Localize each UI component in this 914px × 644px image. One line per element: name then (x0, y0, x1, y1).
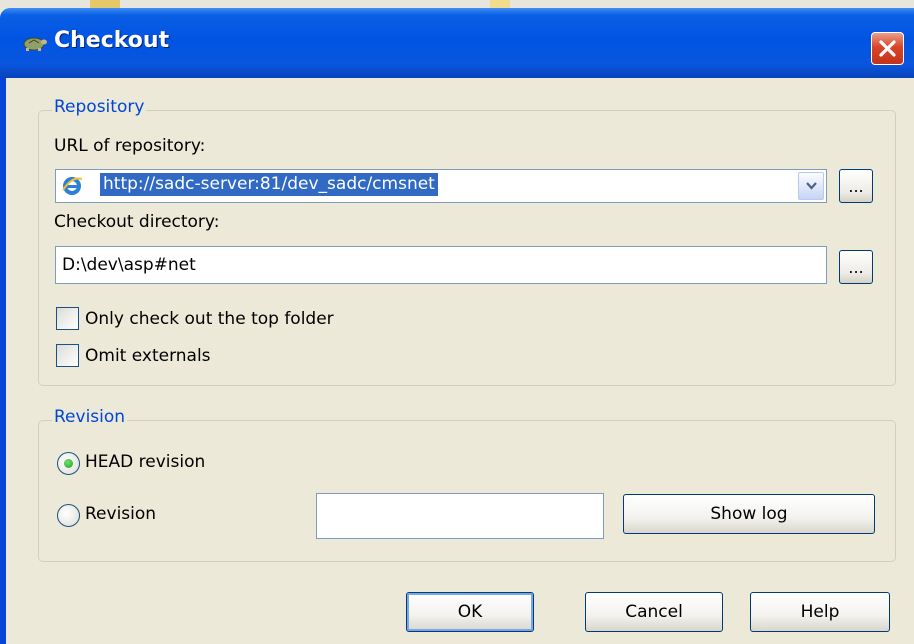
omit-externals-checkbox[interactable] (56, 344, 79, 367)
url-value[interactable]: http://sadc-server:81/dev_sadc/cmsnet (100, 173, 438, 196)
checkout-dialog: Checkout Repository URL of repository: h… (0, 8, 914, 644)
background-folder-icon (490, 0, 510, 8)
url-combobox[interactable]: http://sadc-server:81/dev_sadc/cmsnet (55, 169, 827, 203)
checkout-directory-label: Checkout directory: (54, 212, 220, 232)
ok-button[interactable]: OK (406, 592, 534, 632)
show-log-button[interactable]: Show log (623, 494, 875, 534)
revision-input[interactable] (316, 493, 604, 539)
background-window-strip (0, 0, 914, 8)
tortoisesvn-icon (23, 37, 47, 51)
url-dropdown-button[interactable] (798, 172, 824, 200)
background-folder-icon (90, 0, 120, 8)
omit-externals-label[interactable]: Omit externals (85, 346, 211, 366)
revision-group (38, 420, 896, 562)
dialog-body: Repository URL of repository: http://sad… (6, 78, 914, 644)
only-top-folder-label[interactable]: Only check out the top folder (85, 309, 334, 329)
checkout-directory-input[interactable]: D:\dev\asp#net (55, 246, 827, 284)
radio-selected-dot (64, 459, 73, 468)
close-icon (879, 40, 896, 57)
repository-legend: Repository (52, 97, 147, 117)
url-label: URL of repository: (54, 136, 206, 156)
close-button[interactable] (871, 32, 904, 65)
browse-repository-button[interactable]: ... (839, 169, 873, 203)
revision-radio[interactable] (57, 504, 80, 527)
help-button[interactable]: Help (750, 592, 890, 632)
browse-directory-button[interactable]: ... (839, 250, 873, 284)
revision-label[interactable]: Revision (85, 504, 156, 524)
cancel-button[interactable]: Cancel (585, 592, 723, 632)
chevron-down-icon (806, 182, 817, 190)
head-revision-label[interactable]: HEAD revision (85, 452, 205, 472)
only-top-folder-checkbox[interactable] (56, 307, 79, 330)
head-revision-radio[interactable] (57, 452, 80, 475)
internet-explorer-icon (62, 177, 83, 195)
revision-legend: Revision (52, 407, 128, 427)
dialog-title: Checkout (54, 28, 170, 53)
title-bar[interactable]: Checkout (0, 8, 914, 78)
